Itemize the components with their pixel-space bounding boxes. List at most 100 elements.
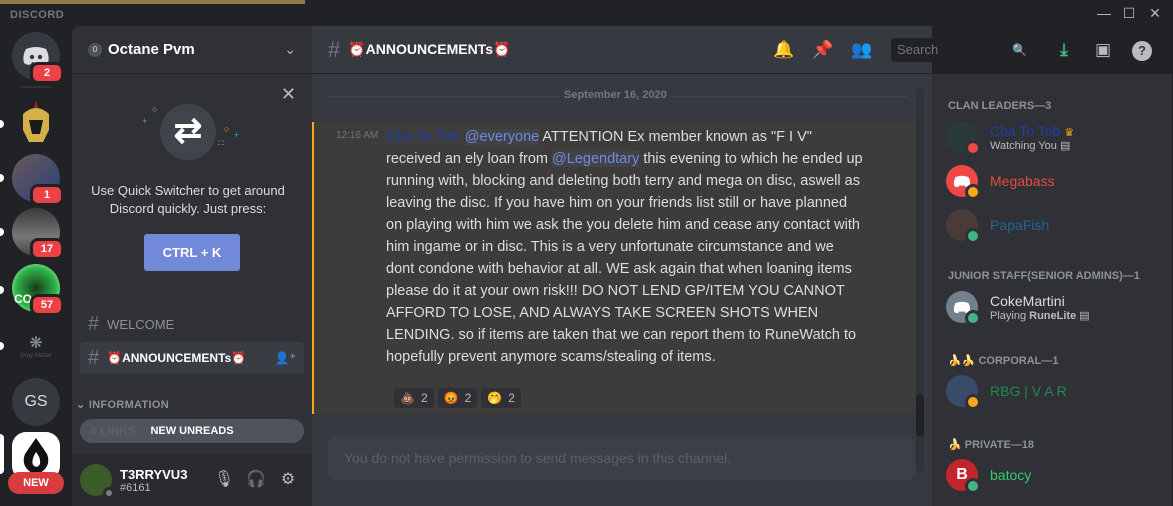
user-info[interactable]: T3RRYVU3 #6161 (120, 467, 208, 494)
server-gs[interactable]: GS (12, 378, 60, 426)
create-invite-icon[interactable]: 👤⁺ (275, 351, 296, 365)
inbox-icon[interactable]: ▣ (1091, 38, 1115, 62)
hash-icon: # (88, 346, 100, 369)
desktop-wallpaper-strip (0, 0, 305, 4)
angry-emoji-icon: 😡 (443, 391, 459, 405)
unread-badge: 57 (30, 294, 64, 316)
channel-title: ⏰ANNOUNCEMENTs⏰ (348, 41, 511, 57)
maximize-button[interactable]: ☐ (1118, 4, 1140, 22)
member-cba-to-tob[interactable]: Cba To Tob ♛ Watching You ▤ (946, 116, 1166, 158)
member-name: RBG | V A R (990, 383, 1067, 399)
user-discriminator: #6161 (120, 481, 151, 494)
member-avatar (946, 291, 981, 326)
member-name: batocy (990, 467, 1032, 483)
hash-icon: # (328, 36, 341, 62)
unread-pill (0, 286, 4, 294)
server-co[interactable]: CO 57 (12, 264, 64, 316)
member-list: CLAN LEADERS—3 Cba To Tob ♛ Watching You… (932, 74, 1172, 506)
reaction-angry[interactable]: 😡 2 (437, 388, 478, 408)
close-icon[interactable]: ✕ (281, 84, 296, 105)
scrollbar-thumb[interactable] (916, 394, 924, 436)
server-3[interactable]: 17 (12, 208, 64, 260)
mention-user[interactable]: @Legendtary (552, 151, 640, 167)
mention-everyone[interactable]: @everyone (464, 129, 540, 145)
member-activity: Playing RuneLite ▤ (990, 309, 1090, 322)
reaction-bar: 💩 2 😡 2 🤭 2 (394, 388, 521, 408)
member-papafish[interactable]: PapaFish (946, 204, 1166, 246)
member-avatar: B (946, 459, 981, 494)
new-unreads-label: NEW UNREADS (150, 425, 234, 437)
bell-icon[interactable]: 🔔 (772, 38, 796, 62)
server-gray-matter[interactable]: ❋ Gray Matter (12, 322, 60, 370)
sparkle-icon: + (142, 116, 148, 126)
help-icon[interactable]: ? (1130, 38, 1154, 62)
member-avatar (946, 165, 981, 200)
message[interactable]: 12:16 AM Cba To Tob @everyone ATTENTION E… (312, 122, 915, 414)
member-list-icon[interactable]: 👥 (850, 38, 874, 62)
message-timestamp: 12:16 AM (336, 130, 379, 141)
new-unreads-bar[interactable]: # LINKS NEW UNREADS (80, 419, 304, 443)
status-online-indicator (965, 310, 981, 326)
poop-emoji-icon: 💩 (400, 391, 415, 405)
gray-matter-label: Gray Matter (20, 353, 52, 359)
home-button[interactable]: 2 (12, 32, 64, 84)
role-header: JUNIOR STAFF(SENIOR ADMINS)—1 (948, 270, 1140, 282)
reaction-count: 2 (420, 391, 428, 405)
role-header: 🍌 PRIVATE—18 (948, 439, 1035, 451)
channel-welcome[interactable]: # WELCOME (80, 308, 304, 340)
member-megabass[interactable]: Megabass (946, 160, 1166, 202)
member-name: PapaFish (990, 217, 1050, 233)
message-author[interactable]: Cba To Tob (386, 129, 459, 145)
member-cokemartini[interactable]: CokeMartini Playing RuneLite ▤ (946, 286, 1166, 328)
member-batocy[interactable]: B batocy (946, 454, 1166, 496)
close-window-button[interactable]: ✕ (1144, 4, 1166, 22)
reaction-hand-over-mouth[interactable]: 🤭 2 (481, 388, 521, 408)
pin-icon[interactable]: 📌 (811, 38, 835, 62)
server-spartan[interactable] (12, 98, 60, 146)
hand-over-mouth-emoji-icon: 🤭 (487, 391, 503, 405)
rich-presence-icon: ▤ (1059, 139, 1071, 152)
microphone-icon[interactable]: 🎙 (208, 464, 240, 496)
member-rbg-var[interactable]: RBG | V A R (946, 370, 1166, 412)
channel-label: ⏰ANNOUNCEMENTs⏰ (107, 351, 247, 365)
quick-switcher-shortcut-button[interactable]: CTRL + K (144, 234, 240, 271)
chevron-down-icon: ⌄ (284, 41, 296, 57)
title-bar: DISCORD — ☐ ✕ (0, 0, 1173, 26)
date-divider: September 16, 2020 (328, 89, 908, 101)
message-content: Cba To Tob @everyone ATTENTION Ex member … (386, 126, 866, 368)
crown-icon: ♛ (1064, 126, 1075, 139)
discord-window: DISCORD — ☐ ✕ 2 1 17 CO 57 ❋ Gray Matter… (0, 0, 1173, 506)
channel-label: WELCOME (107, 316, 175, 332)
role-header: CLAN LEADERS—3 (948, 100, 1052, 112)
download-icon[interactable]: ⤓ (1052, 38, 1076, 62)
user-avatar[interactable] (80, 464, 115, 499)
member-avatar (946, 375, 981, 410)
sparkle-icon: + (234, 130, 240, 140)
channel-announcements[interactable]: # ⏰ANNOUNCEMENTs⏰ 👤⁺ (80, 342, 304, 374)
reaction-count: 2 (464, 391, 472, 405)
member-name: CokeMartini (990, 292, 1065, 309)
member-activity: Watching You ▤ (990, 139, 1071, 152)
reaction-count: 2 (508, 391, 515, 405)
server-initials: GS (24, 393, 48, 410)
category-label: INFORMATION (88, 399, 169, 411)
new-unreads-pill[interactable]: NEW (8, 472, 64, 494)
quick-switcher-text: Use Quick Switcher to get around Discord… (91, 183, 285, 216)
category-information[interactable]: ⌄ INFORMATION (76, 398, 169, 411)
server-verified-icon: 0 (88, 42, 102, 57)
unread-pill (0, 228, 4, 236)
search-input[interactable]: Search 🔍 (891, 38, 1035, 62)
server-header[interactable]: 0 Octane Pvm ⌄ (72, 26, 312, 74)
minimize-button[interactable]: — (1093, 4, 1115, 22)
channel-sidebar: 0 Octane Pvm ⌄ ✕ + ○ ○ + ∷ ⇄ Use Quick S… (72, 26, 312, 506)
gear-icon[interactable]: ⚙ (272, 464, 304, 496)
spartan-helmet-icon (23, 100, 49, 142)
status-online-indicator (965, 478, 981, 494)
unread-pill (0, 120, 4, 128)
member-avatar (946, 121, 981, 156)
headphones-icon[interactable]: 🎧 (240, 464, 272, 496)
reaction-poop[interactable]: 💩 2 (394, 388, 434, 408)
server-2[interactable]: 1 (12, 154, 64, 206)
rich-presence-icon: ▤ (1079, 309, 1090, 322)
chat-area: # ⏰ANNOUNCEMENTs⏰ September 16, 2020 12:… (312, 26, 932, 506)
